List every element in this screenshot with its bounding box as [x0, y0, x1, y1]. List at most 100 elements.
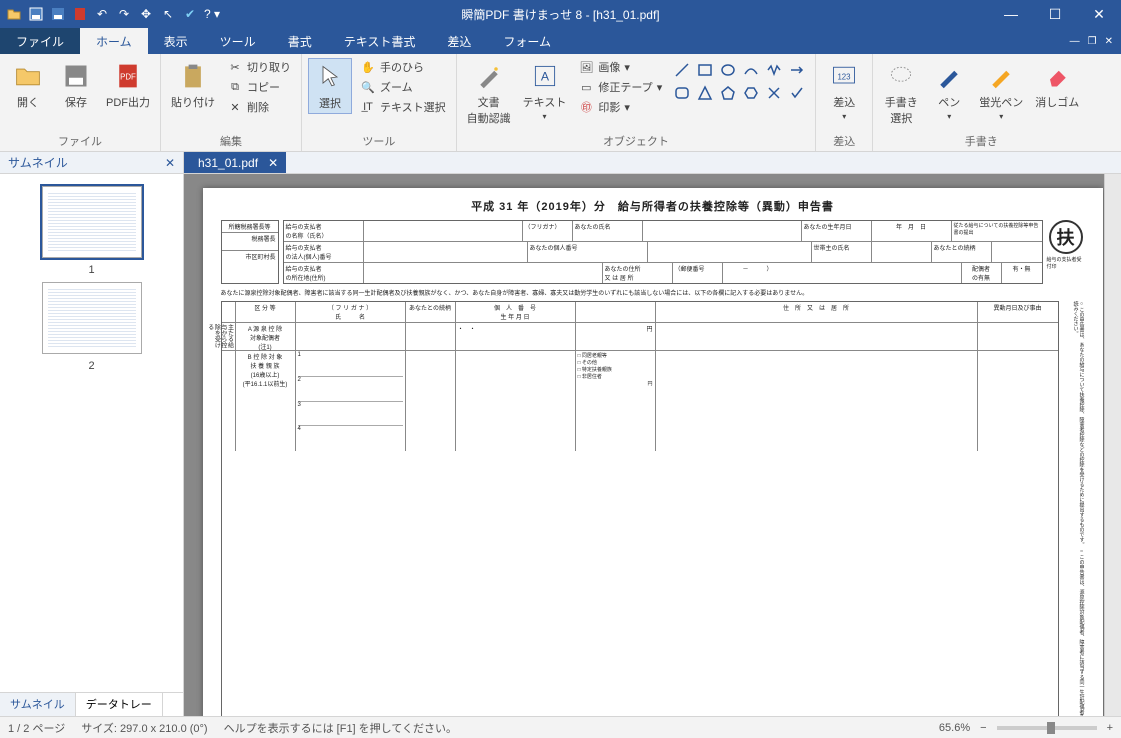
shape-roundrect[interactable] [672, 83, 692, 103]
shape-ellipse[interactable] [718, 60, 738, 80]
tab-format[interactable]: 書式 [272, 28, 328, 54]
qat-arrow-icon[interactable]: ↖ [158, 4, 178, 24]
qat-redo-icon[interactable]: ↷ [114, 4, 134, 24]
palm-button[interactable]: ✋手のひら [356, 58, 450, 76]
side-tab-thumbnail[interactable]: サムネイル [0, 693, 76, 716]
shape-rect[interactable] [695, 60, 715, 80]
qat-undo-icon[interactable]: ↶ [92, 4, 112, 24]
tab-tool[interactable]: ツール [204, 28, 272, 54]
form-title: 平成 31 年（2019年）分 給与所得者の扶養控除等（異動）申告書 [221, 198, 1085, 214]
qat-pdf-icon[interactable] [70, 4, 90, 24]
ribbon: 開く 保存 PDFPDF出力 ファイル 貼り付け ✂切り取り ⧉コピー ✕削除 … [0, 54, 1121, 152]
text-icon: A [529, 60, 561, 92]
qat-saveas-icon[interactable] [48, 4, 68, 24]
mdi-min-icon[interactable]: — [1070, 36, 1080, 47]
tab-file[interactable]: ファイル [0, 28, 80, 54]
document-area: h31_01.pdf ✕ 平成 31 年（2019年）分 給与所得者の扶養控除等… [184, 152, 1121, 716]
pdfout-button[interactable]: PDFPDF出力 [102, 58, 154, 112]
text-select-icon: I̲T [360, 99, 376, 115]
shape-gallery [670, 58, 809, 105]
qat-help-icon[interactable]: ? ▾ [202, 4, 222, 24]
thumbnail-list: 1 2 [0, 174, 183, 692]
qat-save-icon[interactable] [26, 4, 46, 24]
pen-button[interactable]: ペン▾ [927, 58, 971, 123]
qat-check-icon[interactable]: ✔ [180, 4, 200, 24]
mdi-restore-icon[interactable]: ❐ [1088, 36, 1097, 47]
svg-text:PDF: PDF [120, 73, 136, 82]
highlight-button[interactable]: 蛍光ペン▾ [975, 58, 1027, 123]
ribbon-group-object: 文書 自動認識 Aテキスト▾ 🖼画像 ▾ ▭修正テープ ▾ ㊞印影 ▾ [457, 54, 817, 151]
autorec-button[interactable]: 文書 自動認識 [463, 58, 515, 128]
save-button[interactable]: 保存 [54, 58, 98, 112]
tab-form[interactable]: フォーム [487, 28, 567, 54]
zoom-in-button[interactable]: + [1107, 722, 1113, 734]
shape-cross[interactable] [764, 83, 784, 103]
window-title: 瞬簡PDF 書けまっせ 8 - [h31_01.pdf] [461, 6, 659, 23]
mdi-close-icon[interactable]: ✕ [1105, 36, 1113, 47]
ribbon-group-hand: 手書き 選択 ペン▾ 蛍光ペン▾ 消しゴム 手書き [873, 54, 1089, 151]
image-button[interactable]: 🖼画像 ▾ [574, 58, 666, 76]
svg-text:123: 123 [838, 73, 852, 82]
tab-home[interactable]: ホーム [80, 28, 148, 54]
group-label-tool: ツール [308, 131, 450, 151]
document-tabs: h31_01.pdf ✕ [184, 152, 1121, 174]
shape-curve[interactable] [741, 60, 761, 80]
shape-check[interactable] [787, 83, 807, 103]
cut-button[interactable]: ✂切り取り [223, 58, 295, 76]
document-tab-label: h31_01.pdf [198, 156, 258, 170]
thumbnail-page-2[interactable] [42, 282, 142, 354]
stamp-button[interactable]: ㊞印影 ▾ [574, 98, 666, 116]
zoom-slider[interactable] [997, 726, 1097, 730]
ribbon-group-file: 開く 保存 PDFPDF出力 ファイル [0, 54, 161, 151]
shape-hexagon[interactable] [741, 83, 761, 103]
paste-button[interactable]: 貼り付け [167, 58, 219, 112]
side-tabs: サムネイル データトレー [0, 692, 183, 716]
close-button[interactable]: ✕ [1077, 0, 1121, 28]
shape-arrow[interactable] [787, 60, 807, 80]
stamp-icon: ㊞ [578, 99, 594, 115]
copy-button[interactable]: ⧉コピー [223, 78, 295, 96]
document-tab[interactable]: h31_01.pdf ✕ [184, 152, 286, 173]
document-tab-close-icon[interactable]: ✕ [268, 156, 278, 170]
eraser-icon [1041, 60, 1073, 92]
zoom-icon: 🔍 [360, 79, 376, 95]
side-tab-datatray[interactable]: データトレー [76, 693, 163, 716]
handsel-button[interactable]: 手書き 選択 [879, 58, 923, 128]
image-icon: 🖼 [578, 59, 594, 75]
shape-pentagon[interactable] [718, 83, 738, 103]
shape-zigzag[interactable] [764, 60, 784, 80]
paste-icon [177, 60, 209, 92]
shape-line[interactable] [672, 60, 692, 80]
zoom-out-button[interactable]: − [980, 722, 986, 734]
tab-merge[interactable]: 差込 [431, 28, 487, 54]
select-button[interactable]: 選択 [308, 58, 352, 114]
status-page: 1 / 2 ページ [8, 720, 65, 736]
textsel-button[interactable]: I̲Tテキスト選択 [356, 98, 450, 116]
delete-button[interactable]: ✕削除 [223, 98, 295, 116]
thumbnail-page-1[interactable] [42, 186, 142, 258]
quick-access-toolbar: ↶ ↷ ✥ ↖ ✔ ? ▾ [0, 4, 226, 24]
pen-icon [933, 60, 965, 92]
tab-textformat[interactable]: テキスト書式 [328, 28, 432, 54]
document-viewport[interactable]: 平成 31 年（2019年）分 給与所得者の扶養控除等（異動）申告書 所轄税務署… [184, 174, 1121, 716]
lasso-icon [885, 60, 917, 92]
open-button[interactable]: 開く [6, 58, 50, 112]
merge-button[interactable]: 123差込▾ [822, 58, 866, 123]
qat-cursor-icon[interactable]: ✥ [136, 4, 156, 24]
group-label-file: ファイル [6, 131, 154, 151]
ribbon-tabs: ファイル ホーム 表示 ツール 書式 テキスト書式 差込 フォーム — ❐ ✕ [0, 28, 1121, 54]
eraser-button[interactable]: 消しゴム [1031, 58, 1083, 112]
minimize-button[interactable]: — [989, 0, 1033, 28]
text-button[interactable]: Aテキスト▾ [519, 58, 571, 123]
tab-view[interactable]: 表示 [148, 28, 204, 54]
maximize-button[interactable]: ☐ [1033, 0, 1077, 28]
qat-open-icon[interactable] [4, 4, 24, 24]
shape-triangle[interactable] [695, 83, 715, 103]
group-label-hand: 手書き [879, 131, 1083, 151]
group-label-object: オブジェクト [463, 131, 810, 151]
side-panel-close-icon[interactable]: ✕ [165, 156, 175, 170]
tape-button[interactable]: ▭修正テープ ▾ [574, 78, 666, 96]
svg-text:A: A [540, 69, 549, 83]
mdi-controls: — ❐ ✕ [1070, 28, 1121, 54]
zoom-button[interactable]: 🔍ズーム [356, 78, 450, 96]
